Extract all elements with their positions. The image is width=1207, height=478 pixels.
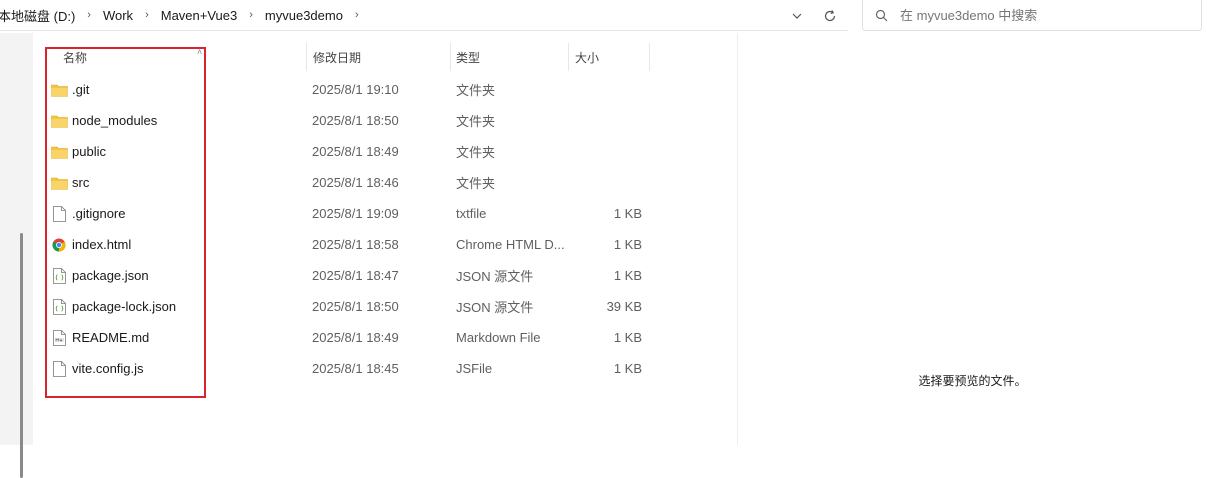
file-size: 1 KB <box>613 330 642 345</box>
chevron-right-icon: › <box>87 9 91 21</box>
chevron-right-icon: › <box>249 9 253 21</box>
file-name-cell: node_modules <box>50 105 157 136</box>
file-name: package.json <box>72 268 149 283</box>
file-row[interactable]: vite.config.js 2025/8/1 18:45 JSFile 1 K… <box>33 353 737 384</box>
file-name: vite.config.js <box>72 361 144 376</box>
file-name: node_modules <box>72 113 158 128</box>
file-name-cell: vite.config.js <box>50 353 144 384</box>
file-name-cell: .git <box>50 74 89 105</box>
file-size <box>573 167 642 198</box>
folder-icon <box>50 174 68 192</box>
file-icon <box>50 205 68 223</box>
file-size: 1 KB <box>613 237 642 252</box>
file-name: src <box>72 175 90 190</box>
file-date: 2025/8/1 18:50 <box>312 113 399 128</box>
file-date: 2025/8/1 18:49 <box>312 144 399 159</box>
file-row[interactable]: node_modules 2025/8/1 18:50 文件夹 <box>33 105 737 136</box>
breadcrumb-item-work[interactable]: Work <box>103 8 133 23</box>
search-box[interactable] <box>862 0 1202 31</box>
refresh-icon[interactable] <box>820 6 840 26</box>
file-date: 2025/8/1 18:46 <box>312 175 399 190</box>
file-name-cell: package.json <box>50 260 149 291</box>
file-name: .gitignore <box>72 206 126 221</box>
breadcrumb-item-myvue3demo[interactable]: myvue3demo <box>265 8 343 23</box>
file-type: Markdown File <box>456 330 541 345</box>
file-date: 2025/8/1 18:47 <box>312 268 399 283</box>
file-row[interactable]: package.json 2025/8/1 18:47 JSON 源文件 1 K… <box>33 260 737 291</box>
chrome-html-icon <box>50 236 68 254</box>
file-icon <box>50 360 68 378</box>
file-name: README.md <box>72 330 150 345</box>
search-icon <box>875 9 888 21</box>
nav-scrollbar[interactable] <box>20 233 23 478</box>
json-file-icon <box>50 298 68 316</box>
file-name-cell: .gitignore <box>50 198 125 229</box>
file-date: 2025/8/1 19:09 <box>312 206 399 221</box>
file-name: package-lock.json <box>72 299 177 314</box>
file-row[interactable]: package-lock.json 2025/8/1 18:50 JSON 源文… <box>33 291 737 322</box>
column-header-date[interactable]: 修改日期 <box>306 43 451 71</box>
file-list: 名称 ˄ 修改日期 类型 大小 .git 2025/8/1 19:10 文件夹 … <box>33 33 737 445</box>
address-bar[interactable]: 本地磁盘 (D:) › Work › Maven+Vue3 › myvue3de… <box>0 0 848 31</box>
file-type: 文件夹 <box>456 176 496 191</box>
file-row[interactable]: public 2025/8/1 18:49 文件夹 <box>33 136 737 167</box>
file-row[interactable]: README.md 2025/8/1 18:49 Markdown File 1… <box>33 322 737 353</box>
top-bar: 本地磁盘 (D:) › Work › Maven+Vue3 › myvue3de… <box>0 0 1207 33</box>
folder-icon <box>50 112 68 130</box>
file-type: txtfile <box>456 206 487 221</box>
search-input[interactable] <box>898 6 1192 24</box>
file-size <box>573 74 642 105</box>
file-size: 39 KB <box>606 299 642 314</box>
file-name-cell: index.html <box>50 229 131 260</box>
file-name-cell: src <box>50 167 89 198</box>
column-header-label: 大小 <box>575 50 600 65</box>
file-date: 2025/8/1 18:45 <box>312 361 399 376</box>
column-header-label: 类型 <box>456 50 481 65</box>
file-date: 2025/8/1 19:10 <box>312 82 399 97</box>
file-name-cell: public <box>50 136 106 167</box>
file-row[interactable]: index.html 2025/8/1 18:58 Chrome HTML D.… <box>33 229 737 260</box>
file-size: 1 KB <box>613 268 642 283</box>
file-row[interactable]: .git 2025/8/1 19:10 文件夹 <box>33 74 737 105</box>
column-header-type[interactable]: 类型 <box>450 43 569 71</box>
column-header-label: 名称 <box>63 50 88 65</box>
file-type: JSFile <box>456 361 493 376</box>
folder-icon <box>50 81 68 99</box>
file-size <box>573 136 642 167</box>
markdown-file-icon <box>50 329 68 347</box>
file-row[interactable]: src 2025/8/1 18:46 文件夹 <box>33 167 737 198</box>
breadcrumb: 本地磁盘 (D:) › Work › Maven+Vue3 › myvue3de… <box>0 6 371 25</box>
file-name-cell: package-lock.json <box>50 291 176 322</box>
file-date: 2025/8/1 18:58 <box>312 237 399 252</box>
column-header-name[interactable]: 名称 ˄ <box>57 43 307 71</box>
file-name: .git <box>72 82 90 97</box>
breadcrumb-item-drive[interactable]: 本地磁盘 (D:) <box>0 6 75 25</box>
column-header-label: 修改日期 <box>313 50 362 65</box>
chevron-right-icon: › <box>145 9 149 21</box>
navigation-pane <box>0 33 33 478</box>
file-name: public <box>72 144 106 159</box>
sort-up-icon: ˄ <box>197 47 203 57</box>
file-size: 1 KB <box>613 206 642 221</box>
file-name-cell: README.md <box>50 322 149 353</box>
file-type: JSON 源文件 <box>456 269 534 284</box>
file-size: 1 KB <box>613 361 642 376</box>
preview-message: 选择要预览的文件。 <box>918 374 1027 388</box>
file-type: Chrome HTML D... <box>456 237 565 252</box>
file-date: 2025/8/1 18:50 <box>312 299 399 314</box>
chevron-right-icon[interactable]: › <box>355 9 359 21</box>
chevron-down-icon[interactable] <box>787 6 807 26</box>
file-type: JSON 源文件 <box>456 300 534 315</box>
folder-icon <box>50 143 68 161</box>
file-type: 文件夹 <box>456 83 496 98</box>
file-type: 文件夹 <box>456 114 496 129</box>
file-type: 文件夹 <box>456 145 496 160</box>
column-header-size[interactable]: 大小 <box>569 43 650 71</box>
file-row[interactable]: .gitignore 2025/8/1 19:09 txtfile 1 KB <box>33 198 737 229</box>
json-file-icon <box>50 267 68 285</box>
breadcrumb-item-maven-vue3[interactable]: Maven+Vue3 <box>161 8 238 23</box>
file-size <box>573 105 642 136</box>
file-date: 2025/8/1 18:49 <box>312 330 399 345</box>
file-name: index.html <box>72 237 132 252</box>
